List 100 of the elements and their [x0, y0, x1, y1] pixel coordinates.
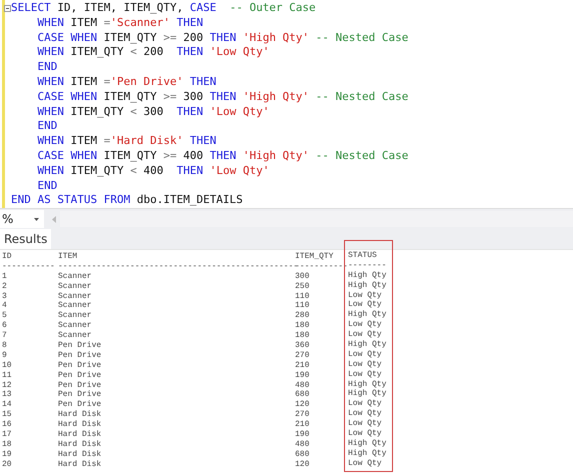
- table-cell-text: Pen Drive: [58, 350, 102, 361]
- table-cell-text: 250: [295, 282, 310, 292]
- table-cell-text: 180: [295, 331, 310, 342]
- zoom-dropdown[interactable]: %: [0, 210, 44, 228]
- table-cell-text: 11: [2, 370, 13, 381]
- table-cell-text: Low Qty: [348, 458, 383, 469]
- table-cell-text: Scanner: [58, 292, 93, 302]
- table-cell-text: Low Qty: [348, 419, 383, 430]
- table-cell-text: Scanner: [58, 311, 93, 322]
- code-line: CASE WHEN ITEM_QTY >= 200 THEN 'High Qty' -- Nested Case: [36, 30, 408, 46]
- code-line: WHEN ITEM_QTY < 300 THEN 'Low Qty': [36, 104, 270, 120]
- table-cell-text: Hard Disk: [58, 410, 102, 420]
- collapse-icon[interactable]: [4, 5, 11, 12]
- column-header: ID: [2, 252, 13, 262]
- table-cell-text: Pen Drive: [58, 380, 102, 390]
- table-cell-text: 360: [295, 341, 310, 351]
- table-cell-text: 110: [295, 301, 310, 312]
- header-rule: -----------: [295, 262, 348, 272]
- table-cell-text: Scanner: [58, 272, 93, 282]
- table-cell-text: Scanner: [58, 301, 93, 312]
- caret-icon: [34, 218, 39, 220]
- table-cell-text: 280: [295, 311, 310, 322]
- table-cell-text: 680: [295, 390, 310, 400]
- table-cell-text: 13: [2, 390, 13, 400]
- table-cell-text: 6: [2, 321, 8, 332]
- table-cell-text: 8: [2, 341, 8, 351]
- code-line: WHEN ITEM ='Scanner' THEN: [36, 16, 204, 31]
- table-cell-text: Pen Drive: [58, 360, 102, 371]
- table-cell-text: 480: [295, 440, 310, 450]
- code-line: SELECT ID, ITEM, ITEM_QTY, CASE -- Outer Case: [11, 1, 316, 16]
- table-cell-text: 16: [2, 420, 13, 430]
- table-cell-text: 270: [295, 410, 310, 420]
- code-line: END: [36, 119, 58, 134]
- code-line: WHEN ITEM_QTY < 400 THEN 'Low Qty': [36, 164, 270, 179]
- table-cell-text: 17: [2, 430, 13, 440]
- table-cell-text: Low Qty: [348, 350, 383, 360]
- table-cell-text: 12: [2, 380, 13, 390]
- column-header: ITEM: [58, 252, 78, 262]
- code-line: END: [36, 60, 58, 75]
- table-cell-text: Hard Disk: [58, 460, 102, 470]
- table-cell-text: Pen Drive: [58, 370, 102, 381]
- table-cell: High Qty: [348, 270, 386, 281]
- table-cell-text: 2: [2, 282, 8, 292]
- table-cell-text: 120: [295, 460, 310, 470]
- table-cell-text: Low Qty: [348, 409, 383, 420]
- table-cell-text: Scanner: [58, 282, 93, 292]
- table-cell-text: Low Qty: [348, 399, 383, 410]
- table-cell-text: 180: [295, 321, 310, 332]
- table-cell: High Qty: [348, 310, 386, 320]
- table-cell-text: Low Qty: [348, 320, 383, 330]
- table-cell: High Qty: [348, 438, 386, 449]
- table-cell-text: 120: [295, 400, 310, 410]
- table-cell-text: 680: [295, 450, 310, 460]
- code-line: WHEN ITEM ='Hard Disk' THEN: [36, 134, 216, 149]
- table-cell-text: 110: [295, 292, 310, 302]
- table-cell-text: Low Qty: [348, 370, 383, 380]
- code-line: WHEN ITEM ='Pen Drive' THEN: [36, 74, 216, 90]
- table-cell-text: Low Qty: [348, 300, 383, 310]
- code-line: END: [36, 178, 58, 194]
- table-cell-text: Hard Disk: [58, 430, 102, 440]
- table-cell-text: Hard Disk: [58, 420, 102, 430]
- table-cell-text: 7: [2, 331, 8, 342]
- table-cell-text: Pen Drive: [58, 390, 102, 400]
- table-cell-text: Low Qty: [348, 290, 383, 300]
- table-cell-text: 18: [2, 440, 13, 450]
- table-cell-text: 10: [2, 360, 13, 371]
- table-cell: High Qty: [348, 340, 386, 350]
- code-line: WHEN ITEM_QTY < 200 THEN 'Low Qty': [36, 45, 270, 60]
- column-header: ITEM_QTY: [295, 252, 334, 262]
- table-cell-text: 3: [2, 292, 8, 302]
- header-rule: -----------: [2, 262, 56, 272]
- table-cell-text: 1: [2, 272, 8, 282]
- table-cell-text: Low Qty: [348, 360, 383, 370]
- table-cell-text: 190: [295, 430, 310, 440]
- table-cell-text: 5: [2, 311, 8, 322]
- table-cell-text: 480: [295, 380, 310, 390]
- table-cell-text: 210: [295, 360, 310, 371]
- column-header: STATUS: [348, 251, 378, 261]
- table-cell-text: Hard Disk: [58, 440, 102, 450]
- table-cell: High Qty: [348, 280, 386, 291]
- table-cell-text: Pen Drive: [58, 341, 102, 351]
- results-tab[interactable]: Results: [0, 229, 52, 249]
- header-rule: --------: [348, 260, 386, 271]
- table-cell-text: Low Qty: [348, 429, 383, 439]
- table-cell-text: 9: [2, 350, 8, 361]
- table-cell-text: Low Qty: [348, 330, 383, 340]
- header-rule: --------------------------------------------------: [58, 262, 295, 272]
- table-cell-text: 210: [295, 420, 310, 430]
- table-cell-text: 19: [2, 450, 13, 460]
- table-cell-text: 14: [2, 400, 13, 410]
- code-line: CASE WHEN ITEM_QTY >= 400 THEN 'High Qty' -- Nested Case: [36, 148, 408, 164]
- table-cell-text: 15: [2, 410, 13, 420]
- table-cell-text: 270: [295, 350, 310, 361]
- table-cell-text: Pen Drive: [58, 400, 102, 410]
- code-line: END AS STATUS FROM dbo.ITEM_DETAILS: [11, 193, 243, 208]
- table-cell-text: 20: [2, 460, 13, 470]
- table-cell: High Qty: [348, 389, 386, 400]
- table-cell-text: Scanner: [58, 321, 93, 332]
- table-cell-text: Hard Disk: [58, 450, 102, 460]
- table-cell-text: 4: [2, 301, 8, 312]
